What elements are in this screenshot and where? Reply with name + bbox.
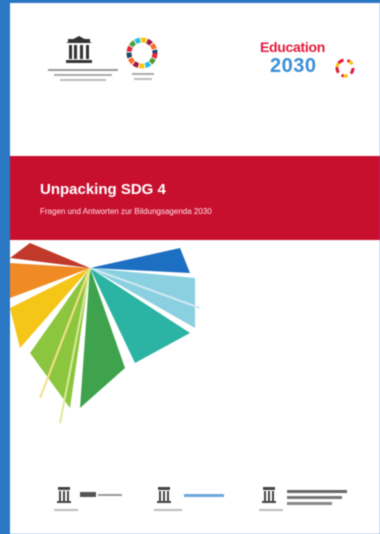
- footer-logo-unesco-3: [259, 487, 347, 511]
- fan-blade-blue: [90, 248, 190, 273]
- footer-logo-unesco-2: [154, 487, 224, 511]
- sdg-wheel-icon: [126, 37, 158, 69]
- education-2030-logo: Education 2030: [260, 39, 360, 87]
- title-banner: [10, 156, 380, 240]
- cover-subtitle: Fragen und Antworten zur Bildungsagenda …: [40, 207, 212, 216]
- unesco-sdg-logo: [48, 36, 158, 81]
- document-cover: Education 2030 Unpacking SDG 4 Fragen un…: [10, 3, 380, 534]
- education-year: 2030: [270, 55, 317, 77]
- cover-title: Unpacking SDG 4: [40, 181, 166, 198]
- education-word: Education: [260, 39, 325, 55]
- colored-dots-icon: [335, 58, 355, 78]
- color-fan-illustration: [10, 243, 201, 424]
- unesco-temple-icon: [48, 36, 118, 81]
- footer-logo-unesco-1: [54, 487, 122, 511]
